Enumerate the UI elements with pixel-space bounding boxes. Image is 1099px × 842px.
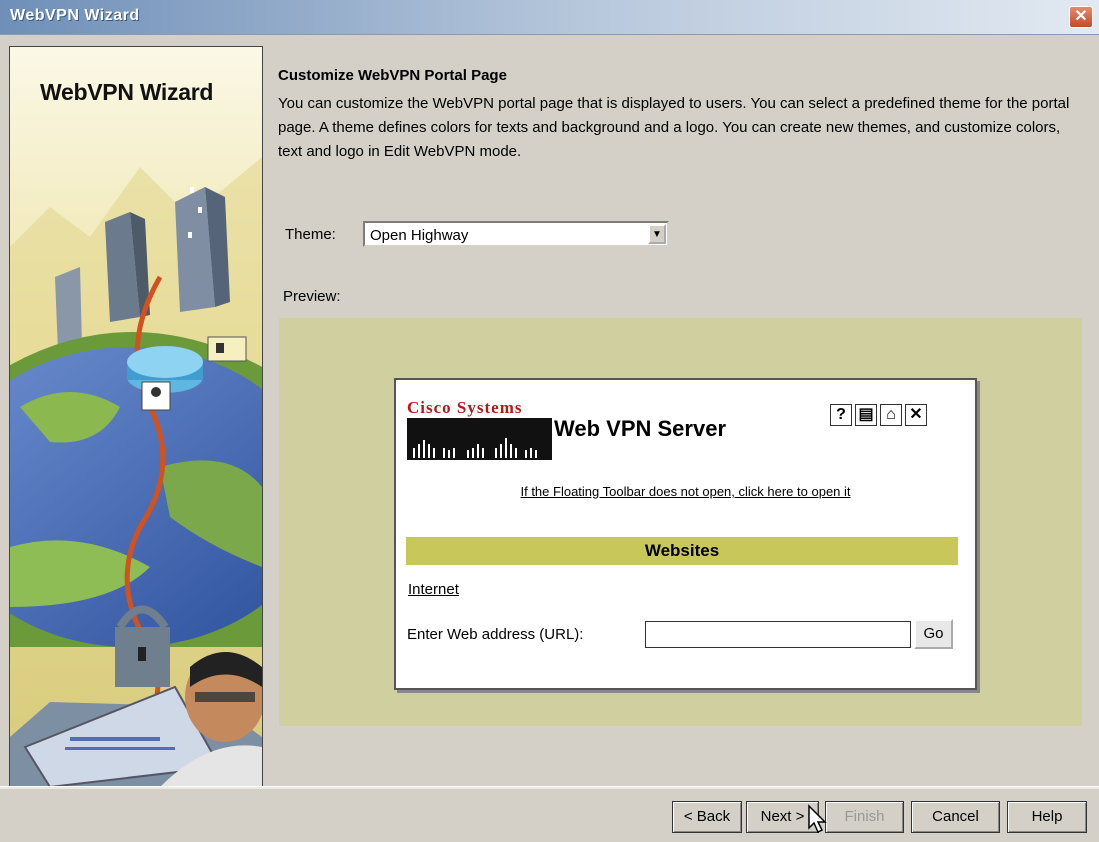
help-button[interactable]: Help: [1007, 801, 1087, 833]
home-icon[interactable]: ⌂: [880, 404, 902, 426]
internet-link[interactable]: Internet: [408, 581, 459, 598]
help-icon[interactable]: ?: [830, 404, 852, 426]
close-icon[interactable]: ✕: [905, 404, 927, 426]
cancel-button[interactable]: Cancel: [911, 801, 1000, 833]
preview-label: Preview:: [283, 288, 341, 305]
portal-preview: Cisco Systems Web VPN Server ? ▤ ⌂ ✕ If …: [279, 318, 1082, 726]
brand-wordmark: Cisco Systems: [407, 398, 523, 417]
go-button[interactable]: Go: [914, 619, 953, 649]
page-title: Customize WebVPN Portal Page: [278, 67, 507, 84]
footer-separator: [0, 786, 1099, 789]
close-icon[interactable]: ✕: [1069, 6, 1093, 28]
window-title: WebVPN Wizard: [10, 7, 140, 24]
websites-heading: Websites: [406, 537, 958, 565]
floating-toolbar-link[interactable]: If the Floating Toolbar does not open, c…: [396, 484, 975, 499]
finish-button[interactable]: Finish: [825, 801, 904, 833]
portal-window: Cisco Systems Web VPN Server ? ▤ ⌂ ✕ If …: [394, 378, 977, 690]
page-description: You can customize the WebVPN portal page…: [278, 95, 1070, 160]
document-icon[interactable]: ▤: [855, 404, 877, 426]
wizard-side-panel: WebVPN Wizard: [9, 46, 263, 788]
wizard-illustration: [10, 47, 262, 787]
portal-server-title: Web VPN Server: [554, 416, 727, 441]
theme-label: Theme:: [285, 226, 336, 243]
url-input[interactable]: [645, 621, 911, 648]
mouse-cursor-icon: [808, 804, 827, 834]
cisco-bars-icon: [407, 418, 552, 460]
theme-selected-value: Open Highway: [370, 227, 469, 244]
side-panel-title: WebVPN Wizard: [40, 79, 214, 105]
theme-dropdown[interactable]: Open Highway ▼: [363, 221, 669, 247]
back-button[interactable]: < Back: [672, 801, 742, 833]
cisco-logo: Cisco Systems: [407, 398, 552, 467]
portal-toolbar: ? ▤ ⌂ ✕: [830, 404, 927, 426]
title-bar: WebVPN Wizard ✕: [0, 0, 1099, 35]
chevron-down-icon[interactable]: ▼: [648, 224, 666, 244]
url-label: Enter Web address (URL):: [407, 626, 584, 643]
